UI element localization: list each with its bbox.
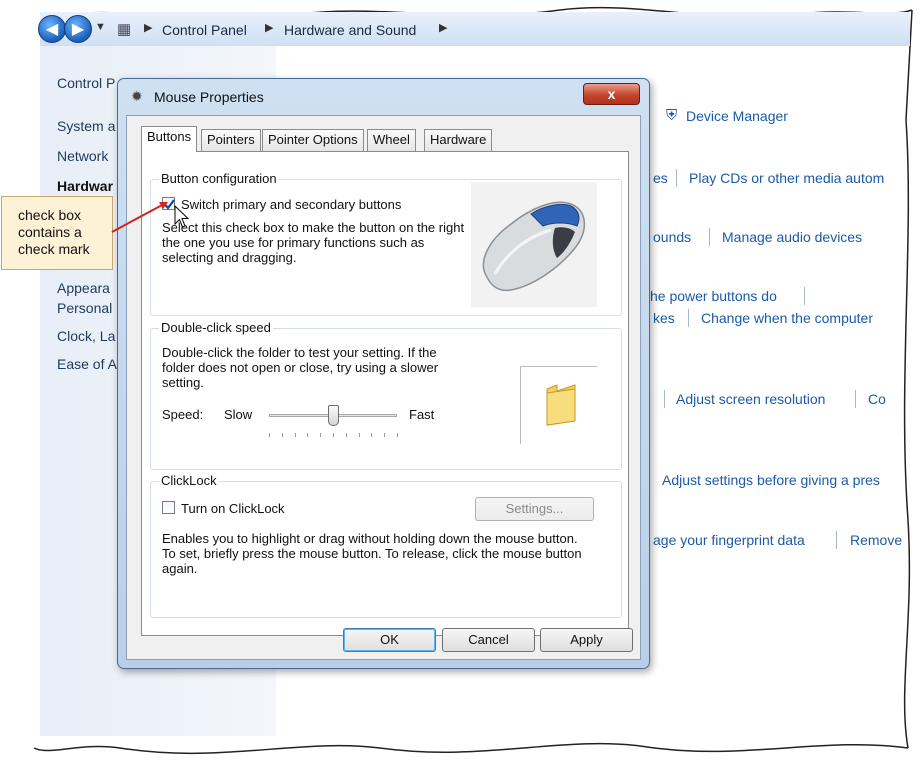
link-adjust-resolution[interactable]: Adjust screen resolution	[676, 391, 825, 407]
link-fragment[interactable]: es	[653, 170, 668, 186]
control-panel-icon: ▦	[117, 21, 132, 38]
dialog-title: Mouse Properties	[154, 89, 264, 105]
slider-tick	[320, 433, 322, 437]
separator	[688, 309, 689, 327]
clicklock-description: Enables you to highlight or drag without…	[162, 531, 582, 576]
separator	[804, 287, 805, 305]
cancel-button[interactable]: Cancel	[442, 628, 535, 652]
link-fragment[interactable]: Co	[868, 391, 886, 407]
slider-tick	[397, 433, 398, 437]
mouse-icon: ✹	[131, 88, 143, 104]
tab-pointer-options[interactable]: Pointer Options	[262, 129, 364, 151]
slider-tick	[371, 433, 373, 437]
separator	[855, 390, 856, 408]
breadcrumb-arrow-icon[interactable]: ▶	[265, 21, 273, 34]
tab-buttons[interactable]: Buttons	[141, 126, 198, 152]
slider-tick	[281, 433, 283, 437]
link-change-sleep[interactable]: Change when the computer	[701, 310, 873, 326]
mouse-cursor-icon	[174, 205, 190, 228]
slider-tick	[384, 433, 386, 437]
separator	[664, 390, 665, 408]
switch-buttons-label[interactable]: Switch primary and secondary buttons	[181, 197, 401, 212]
buttons-tab-panel: Button configuration Switch primary and …	[141, 151, 629, 636]
callout-box: check box contains a check mark	[1, 196, 113, 270]
link-power-buttons[interactable]: he power buttons do	[650, 288, 777, 304]
history-dropdown-icon[interactable]: ▼	[95, 21, 106, 33]
link-fingerprint[interactable]: age your fingerprint data	[653, 532, 805, 548]
callout-text: check box contains a check mark	[18, 207, 90, 257]
link-manage-audio[interactable]: Manage audio devices	[722, 229, 862, 245]
group-title: ClickLock	[159, 473, 219, 488]
link-fragment[interactable]: kes	[653, 310, 675, 326]
screenshot-stage: ◀ ▶ ▼ ▦ ▶ Control Panel ▶ Hardware and S…	[0, 0, 923, 768]
breadcrumb-arrow-icon[interactable]: ▶	[439, 21, 447, 34]
nav-ease-of-access[interactable]: Ease of A	[57, 356, 117, 372]
nav-appearance[interactable]: Appeara	[57, 280, 110, 296]
double-click-description: Double-click the folder to test your set…	[162, 345, 439, 390]
back-button[interactable]: ◀	[38, 15, 66, 43]
slider-tick	[269, 433, 270, 437]
close-button[interactable]: x	[583, 83, 640, 105]
speed-slider-thumb[interactable]	[328, 405, 339, 426]
group-title: Double-click speed	[159, 320, 273, 335]
slider-tick	[307, 433, 309, 437]
apply-button[interactable]: Apply	[540, 628, 633, 652]
link-device-manager[interactable]: Device Manager	[686, 108, 788, 124]
link-play-cds[interactable]: Play CDs or other media autom	[689, 170, 884, 186]
slider-tick	[294, 433, 296, 437]
clicklock-group: ClickLock Turn on ClickLock Settings... …	[150, 473, 622, 618]
ok-button[interactable]: OK	[343, 628, 436, 652]
nav-personalization[interactable]: Personal	[57, 300, 112, 316]
tab-hardware[interactable]: Hardware	[424, 129, 493, 151]
slider-tick	[333, 433, 334, 437]
test-folder-area[interactable]	[520, 366, 597, 444]
link-presentation-settings[interactable]: Adjust settings before giving a pres	[662, 472, 880, 488]
nav-clock[interactable]: Clock, La	[57, 328, 115, 344]
double-click-speed-group: Double-click speed Double-click the fold…	[150, 320, 622, 470]
slow-label: Slow	[224, 407, 253, 422]
tab-wheel[interactable]: Wheel	[367, 129, 416, 151]
link-fragment[interactable]: ounds	[653, 229, 691, 245]
speed-label: Speed:	[162, 407, 204, 422]
nav-network[interactable]: Network	[57, 148, 108, 164]
dialog-body: Buttons Pointers Pointer Options Wheel H…	[126, 115, 641, 660]
breadcrumb-control-panel[interactable]: Control Panel	[162, 22, 247, 38]
button-configuration-group: Button configuration Switch primary and …	[150, 171, 622, 316]
slider-tick	[345, 433, 347, 437]
breadcrumb-arrow-icon[interactable]: ▶	[144, 21, 152, 34]
mouse-properties-dialog: ✹ Mouse Properties x Buttons Pointers Po…	[117, 78, 650, 669]
breadcrumb-hardware-and-sound[interactable]: Hardware and Sound	[284, 22, 416, 38]
nav-control-panel-home[interactable]: Control P	[57, 75, 115, 91]
callout-arrow	[111, 202, 168, 233]
link-fragment[interactable]: Remove	[850, 532, 902, 548]
separator	[676, 169, 677, 187]
nav-hardware[interactable]: Hardwar	[57, 178, 113, 194]
button-config-description: Select this check box to make the button…	[162, 220, 465, 265]
shield-icon: ⛨	[666, 107, 678, 124]
tab-pointers[interactable]: Pointers	[201, 129, 261, 151]
folder-icon[interactable]	[545, 383, 579, 427]
group-title: Button configuration	[159, 171, 279, 186]
separator	[836, 531, 837, 549]
nav-system[interactable]: System a	[57, 118, 115, 134]
forward-button[interactable]: ▶	[64, 15, 92, 43]
mouse-illustration-icon	[471, 182, 597, 307]
clicklock-settings-button[interactable]: Settings...	[475, 497, 594, 521]
clicklock-label[interactable]: Turn on ClickLock	[181, 501, 285, 516]
separator	[709, 228, 710, 246]
slider-tick	[358, 433, 360, 437]
fast-label: Fast	[409, 407, 435, 422]
clicklock-checkbox[interactable]	[162, 501, 175, 514]
